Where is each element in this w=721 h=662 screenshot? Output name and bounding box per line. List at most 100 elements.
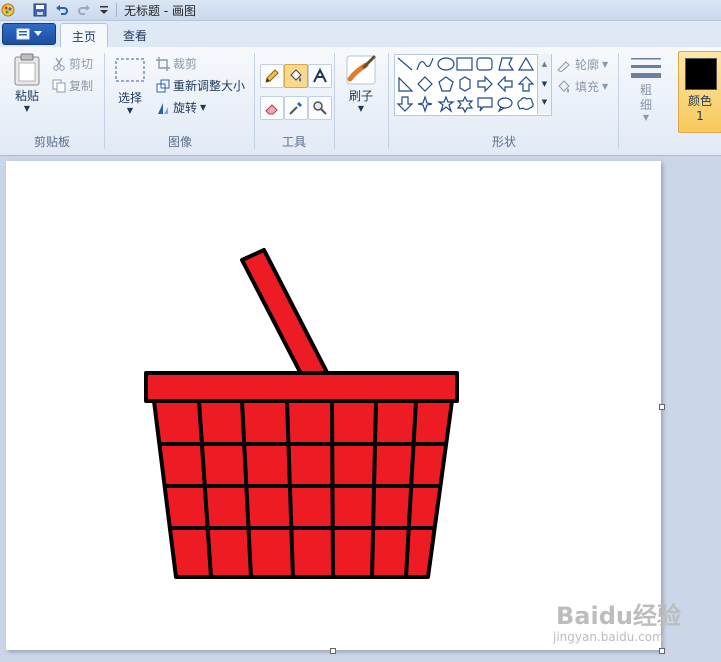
color1-label: 颜色 1 [688,94,713,123]
rounded-callout-shape-icon [477,97,493,112]
tools-grid [260,64,332,120]
tools-group-label: 工具 [281,135,306,149]
group-separator [104,53,105,149]
hexagon-shape-icon [459,76,471,92]
paint-menu-button[interactable] [2,23,56,45]
brush-icon [346,55,376,85]
ribbon-tab-row: 主页 查看 [0,21,721,48]
up-arrow-shape-icon [517,76,535,92]
chevron-down-icon: ▼ [200,103,207,112]
title-bar: 无标题 - 画图 [0,0,721,21]
group-separator [334,53,335,149]
resize-label: 重新调整大小 [173,79,246,93]
save-icon[interactable] [32,2,48,18]
group-separator [388,53,389,149]
shapes-gallery-art [396,56,535,114]
image-group: 选择 ▼ 裁剪 重新调整大小 旋转 ▼ 图像 [106,47,254,153]
size-label: 粗细 [639,83,652,112]
copy-button[interactable]: 复制 [52,77,93,94]
resize-handle-corner[interactable] [659,648,665,654]
magnifier-tool[interactable] [308,96,332,120]
scroll-up-icon[interactable]: ▲ [538,54,551,74]
diamond-shape-icon [417,76,433,92]
size-button[interactable]: 粗细 ▼ [626,55,666,122]
paste-button[interactable]: 粘贴 ▼ [8,53,46,113]
right-arrow-shape-icon [477,75,493,93]
undo-icon[interactable] [54,2,70,18]
paint-app-icon[interactable] [0,2,16,18]
copy-icon [52,79,66,92]
chevron-down-icon: ▼ [642,113,650,122]
outline-button[interactable]: 轮廓 ▼ [556,56,608,73]
brushes-label: 刷子 [348,89,373,103]
watermark-url: jingyan.baidu.com [553,630,664,644]
window-title: 无标题 - 画图 [124,4,196,18]
cut-button[interactable]: 剪切 [52,55,93,72]
rounded-rectangle-shape-icon [476,57,493,71]
polygon-shape-icon [498,57,515,71]
text-tool[interactable] [308,64,332,88]
tab-view[interactable]: 查看 [112,23,158,47]
curve-shape-icon [416,57,434,71]
color1-button[interactable]: 颜色 1 [678,51,721,133]
chevron-down-icon: ▼ [126,106,134,115]
select-label: 选择 [117,91,142,105]
color1-swatch [685,58,717,90]
tools-group: 工具 [256,47,332,153]
pencil-tool[interactable] [260,64,284,88]
crop-button[interactable]: 裁剪 [156,55,197,72]
shapes-scrollbar[interactable]: ▲ ▼ ▼ [537,54,551,114]
resize-handle-bottom[interactable] [330,648,336,654]
canvas-area: Baidu经验 jingyan.baidu.com [0,156,721,662]
rotate-label: 旋转 [173,101,198,115]
crop-icon [156,56,170,71]
resize-handle-right[interactable] [659,404,665,410]
watermark-brand: Baidu经验 [556,602,681,630]
right-triangle-shape-icon [398,76,414,92]
selection-icon [115,58,145,82]
color-picker-tool[interactable] [284,96,308,120]
cut-label: 剪切 [69,57,94,71]
copy-label: 复制 [69,79,94,93]
basket-drawing [144,248,459,579]
left-arrow-shape-icon [497,75,513,93]
brushes-button[interactable]: 刷子 ▼ [340,53,382,113]
scissors-icon [53,57,65,71]
pencil-icon [265,69,279,83]
down-arrow-shape-icon [396,96,414,112]
eraser-icon [265,104,278,115]
shapes-gallery [394,54,552,116]
fill-button[interactable]: 填充 ▼ [556,78,608,95]
text-a-icon [313,68,327,83]
chevron-down-icon: ▼ [357,104,365,113]
title-divider [116,3,117,17]
pentagon-shape-icon [438,76,454,92]
resize-button[interactable]: 重新调整大小 [156,77,245,94]
oval-callout-shape-icon [497,97,513,113]
redo-icon[interactable] [76,2,92,18]
select-button[interactable]: 选择 ▼ [112,57,148,115]
drawing-canvas[interactable] [6,161,661,650]
line-shape-icon [397,57,413,71]
rotate-button[interactable]: 旋转 ▼ [156,99,206,116]
cloud-callout-shape-icon [517,97,534,111]
line-width-icon [631,58,661,78]
scroll-down-icon[interactable]: ▼ [538,74,551,94]
outline-label: 轮廓 [575,58,600,72]
oval-shape-icon [437,57,455,71]
four-point-star-shape-icon [417,95,433,113]
paint-menu-icon [16,28,30,40]
expand-gallery-icon[interactable]: ▼ [538,94,551,110]
paste-label: 粘贴 [14,89,39,103]
clipboard-icon [14,53,40,86]
tab-home[interactable]: 主页 [60,23,108,48]
clipboard-group-label: 剪贴板 [33,135,70,149]
five-point-star-shape-icon [437,95,455,113]
chevron-down-icon [34,31,42,36]
paint-bucket-icon [290,69,302,82]
chevron-down-icon: ▼ [602,60,609,69]
customize-toolbar-icon[interactable] [96,2,112,18]
eraser-tool[interactable] [260,96,284,120]
fill-tool[interactable] [284,64,308,88]
magnifier-icon [313,101,327,115]
